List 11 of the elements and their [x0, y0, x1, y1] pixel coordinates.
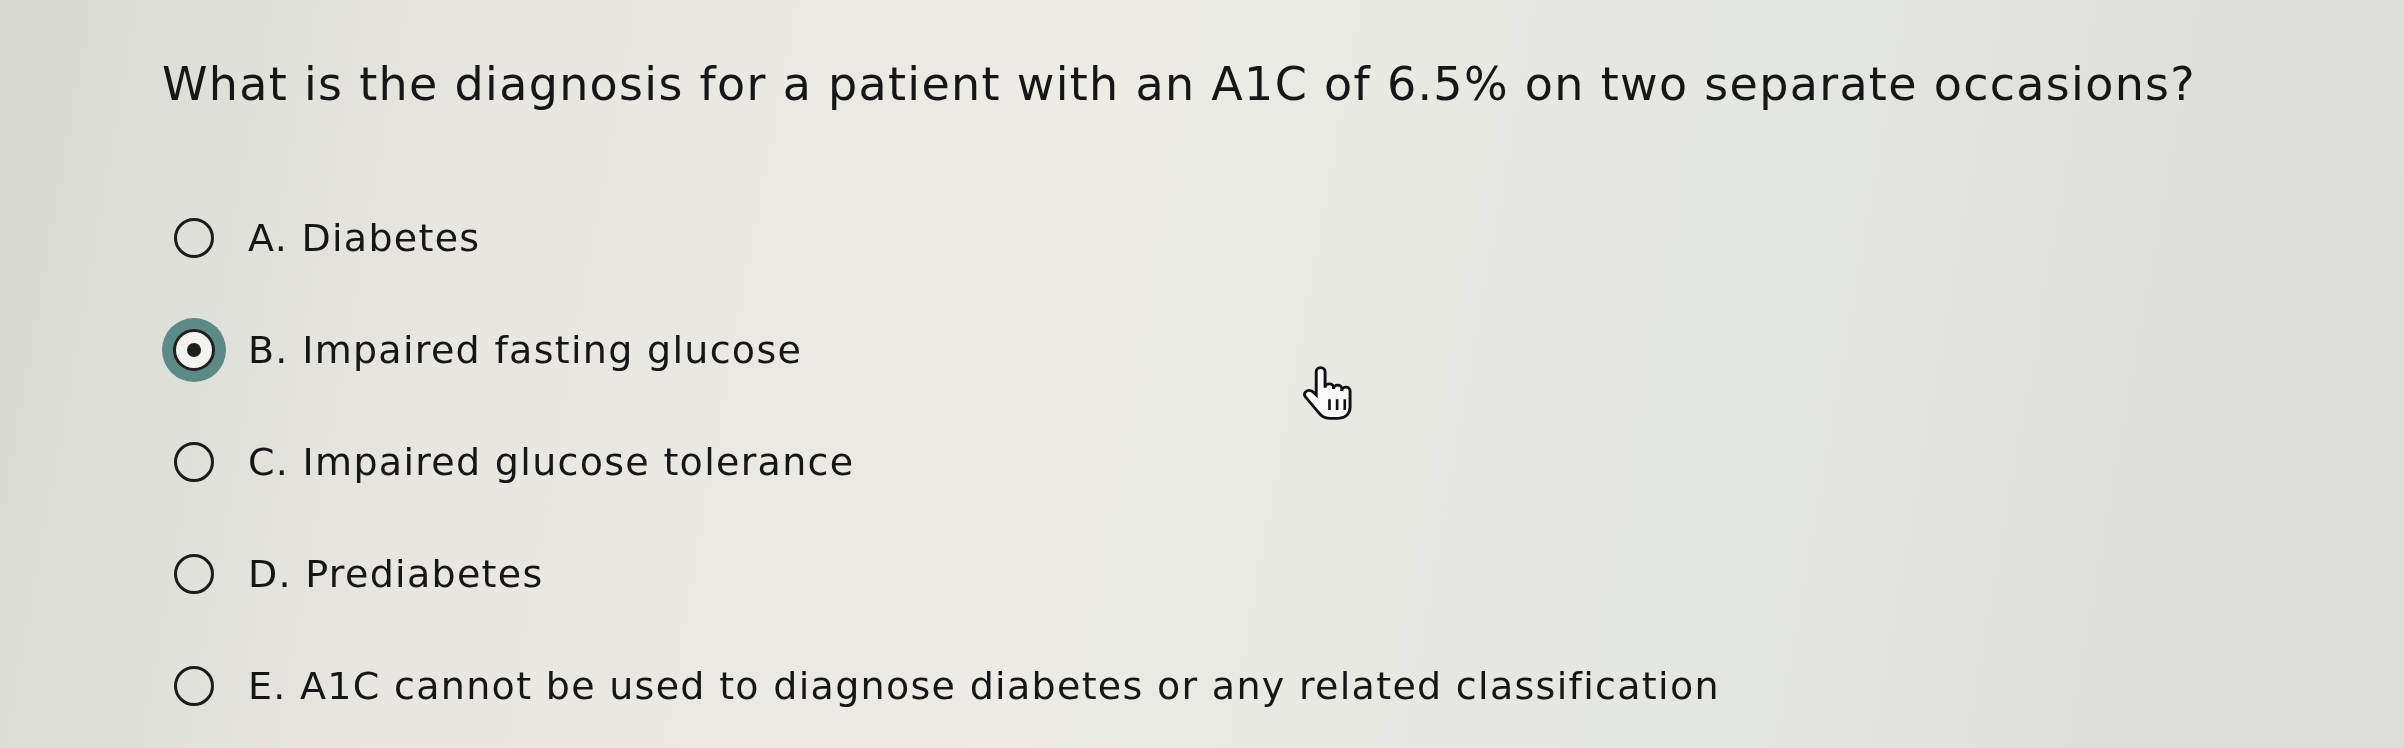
- radio-button[interactable]: [174, 666, 214, 706]
- option-label[interactable]: A. Diabetes: [248, 215, 481, 261]
- option-label[interactable]: C. Impaired glucose tolerance: [248, 439, 855, 485]
- option-label[interactable]: D. Prediabetes: [248, 551, 544, 597]
- question-text: What is the diagnosis for a patient with an A1C of 6.5% on two separate occasions?: [162, 57, 2197, 112]
- hand-cursor-icon: [1303, 365, 1353, 421]
- option-label[interactable]: B. Impaired fasting glucose: [248, 327, 803, 373]
- option-label[interactable]: E. A1C cannot be used to diagnose diabetes or any related classification: [248, 663, 1720, 709]
- radio-button[interactable]: [174, 442, 214, 482]
- radio-button[interactable]: [174, 554, 214, 594]
- radio-button[interactable]: [174, 218, 214, 258]
